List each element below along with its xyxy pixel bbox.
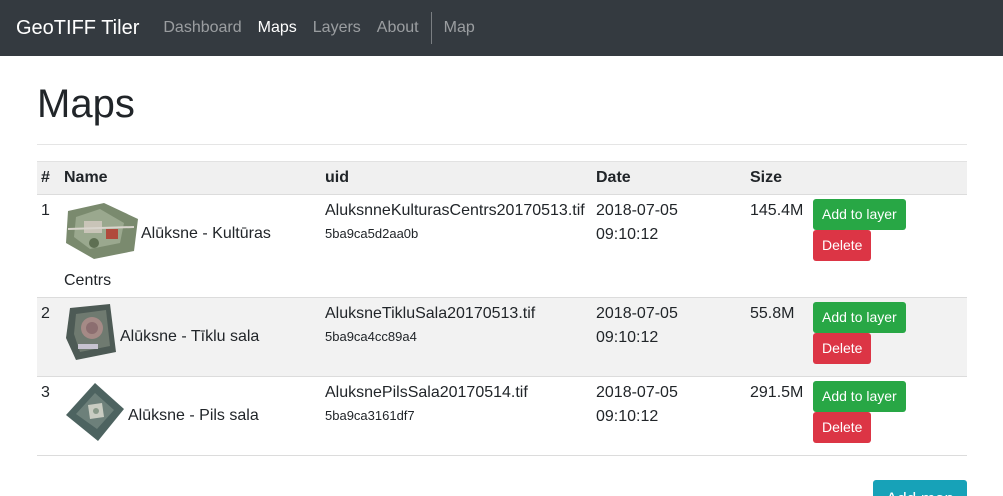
nav-link-layers[interactable]: Layers [313,19,361,37]
row-actions: Add to layer Delete [809,297,967,377]
table-row: 2 Alūksne - Tīklu sala AluksneTikluSala2… [37,297,967,377]
delete-button[interactable]: Delete [813,412,872,443]
map-thumbnail-icon[interactable] [64,302,118,372]
col-header-num: # [37,161,60,195]
time-value: 09:10:12 [596,408,659,425]
date-value: 2018-07-05 [596,305,678,322]
add-to-layer-button[interactable]: Add to layer [813,199,906,230]
delete-button[interactable]: Delete [813,333,872,364]
row-num: 2 [37,297,60,377]
nav-link-dashboard[interactable]: Dashboard [163,19,241,37]
add-map-button[interactable]: Add map [872,480,967,496]
uid-filename: AluksneTikluSala20170513.tif [325,305,536,322]
row-uid-cell: AluksnePilsSala20170514.tif 5ba9ca3161df… [321,376,592,456]
row-uid-cell: AluksnneKulturasCentrs20170513.tif 5ba9c… [321,194,592,298]
navbar: GeoTIFF Tiler Dashboard Maps Layers Abou… [0,0,1003,56]
col-header-actions [809,161,967,195]
row-uid-cell: AluksneTikluSala20170513.tif 5ba9ca4cc89… [321,297,592,377]
col-header-name: Name [60,161,321,195]
row-date-cell: 2018-07-05 09:10:12 [592,194,746,298]
row-num: 3 [37,376,60,456]
map-name-continued: Centrs [64,272,112,289]
col-header-uid: uid [321,161,592,195]
uid-id: 5ba9ca3161df7 [325,408,415,423]
date-value: 2018-07-05 [596,384,678,401]
uid-id: 5ba9ca5d2aa0b [325,226,419,241]
uid-filename: AluksnneKulturasCentrs20170513.tif [325,202,585,219]
row-name-cell: Alūksne - Kultūras Centrs [60,194,321,298]
table-header-row: # Name uid Date Size [37,161,967,195]
row-name-cell: Alūksne - Tīklu sala [60,297,321,377]
page-title: Maps [37,80,967,145]
row-name-cell: Alūksne - Pils sala [60,376,321,456]
delete-button[interactable]: Delete [813,230,872,261]
time-value: 09:10:12 [596,329,659,346]
table-row: 3 Alūksne - Pils sala AluksnePilsSala201… [37,376,967,456]
uid-filename: AluksnePilsSala20170514.tif [325,384,528,401]
map-name: Alūksne - Pils sala [128,407,259,425]
row-size: 55.8M [746,297,809,377]
row-size: 291.5M [746,376,809,456]
nav-link-maps[interactable]: Maps [258,19,297,37]
row-date-cell: 2018-07-05 09:10:12 [592,376,746,456]
nav-divider [430,12,432,44]
add-to-layer-button[interactable]: Add to layer [813,381,906,412]
brand-link[interactable]: GeoTIFF Tiler [16,17,139,40]
maps-table: # Name uid Date Size 1 Alūksne - Kultūra… [37,161,967,456]
row-actions: Add to layer Delete [809,376,967,456]
add-to-layer-button[interactable]: Add to layer [813,302,906,333]
footer-actions: Add map [37,480,967,496]
time-value: 09:10:12 [596,226,659,243]
uid-id: 5ba9ca4cc89a4 [325,329,417,344]
row-date-cell: 2018-07-05 09:10:12 [592,297,746,377]
map-thumbnail-icon[interactable] [64,199,139,269]
row-num: 1 [37,194,60,298]
date-value: 2018-07-05 [596,202,678,219]
nav-link-about[interactable]: About [377,19,419,37]
col-header-size: Size [746,161,809,195]
map-name: Alūksne - Kultūras [141,225,271,243]
table-row: 1 Alūksne - Kultūras Centrs AluksnneKult… [37,194,967,298]
row-actions: Add to layer Delete [809,194,967,298]
map-thumbnail-icon[interactable] [64,381,126,451]
row-size: 145.4M [746,194,809,298]
nav-link-map[interactable]: Map [444,19,475,37]
main-container: Maps # Name uid Date Size 1 Alūksne - Ku… [0,80,1003,496]
map-name: Alūksne - Tīklu sala [120,328,260,346]
col-header-date: Date [592,161,746,195]
